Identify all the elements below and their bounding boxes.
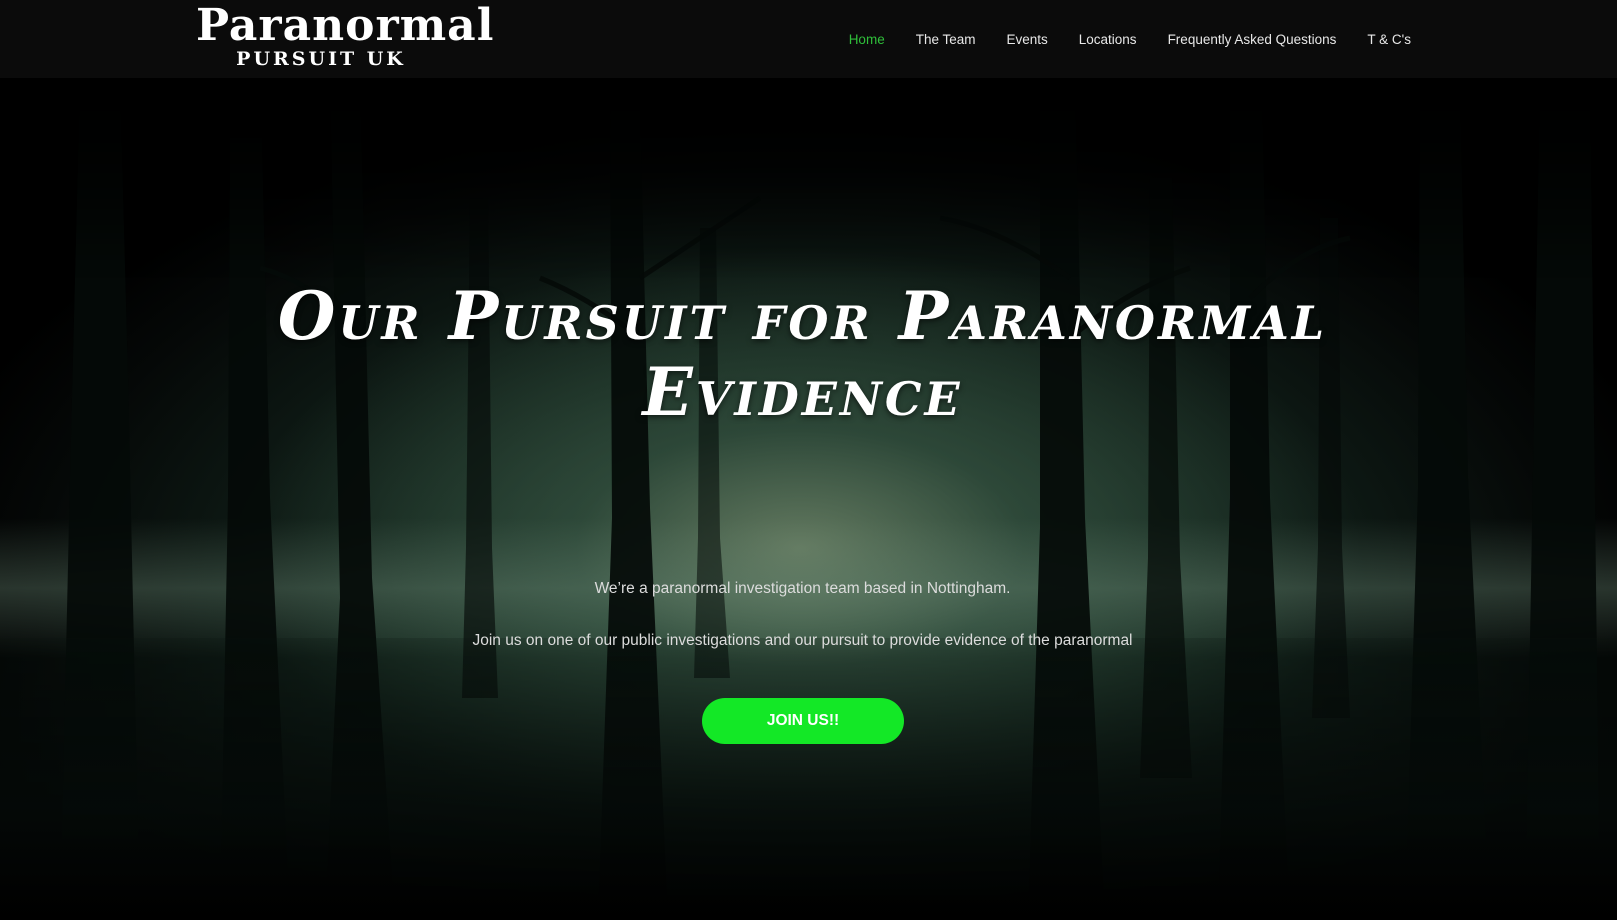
hero-tagline-location: We’re a paranormal investigation team ba… xyxy=(594,580,1011,597)
hero-tagline-invite: Join us on one of our public investigati… xyxy=(472,632,1133,649)
site-logo[interactable]: Paranormal PURSUIT UK xyxy=(196,0,495,74)
logo-subtitle: PURSUIT UK xyxy=(236,48,406,70)
nav-item-the-team[interactable]: The Team xyxy=(916,32,976,47)
logo-wordmark: Paranormal xyxy=(196,0,495,51)
main-nav: Home The Team Events Locations Frequentl… xyxy=(818,0,1411,78)
nav-item-events[interactable]: Events xyxy=(1006,32,1047,47)
page: Paranormal PURSUIT UK Home The Team Even… xyxy=(0,0,1617,920)
hero-headline-line-1: Our Pursuit for Paranormal xyxy=(277,277,1328,355)
hero-headline-line-2: Evidence xyxy=(642,353,963,431)
hero-top-shade xyxy=(0,78,1617,278)
hero-background xyxy=(0,78,1617,920)
hero-headline: Our Pursuit for Paranormal Evidence xyxy=(200,278,1405,430)
site-header: Paranormal PURSUIT UK Home The Team Even… xyxy=(0,0,1617,78)
nav-item-faq[interactable]: Frequently Asked Questions xyxy=(1168,32,1337,47)
nav-item-terms[interactable]: T & C's xyxy=(1367,32,1411,47)
hero-ground xyxy=(0,638,1617,920)
nav-item-locations[interactable]: Locations xyxy=(1079,32,1137,47)
nav-item-home[interactable]: Home xyxy=(849,32,885,47)
join-us-button[interactable]: JOIN US!! xyxy=(702,698,904,744)
